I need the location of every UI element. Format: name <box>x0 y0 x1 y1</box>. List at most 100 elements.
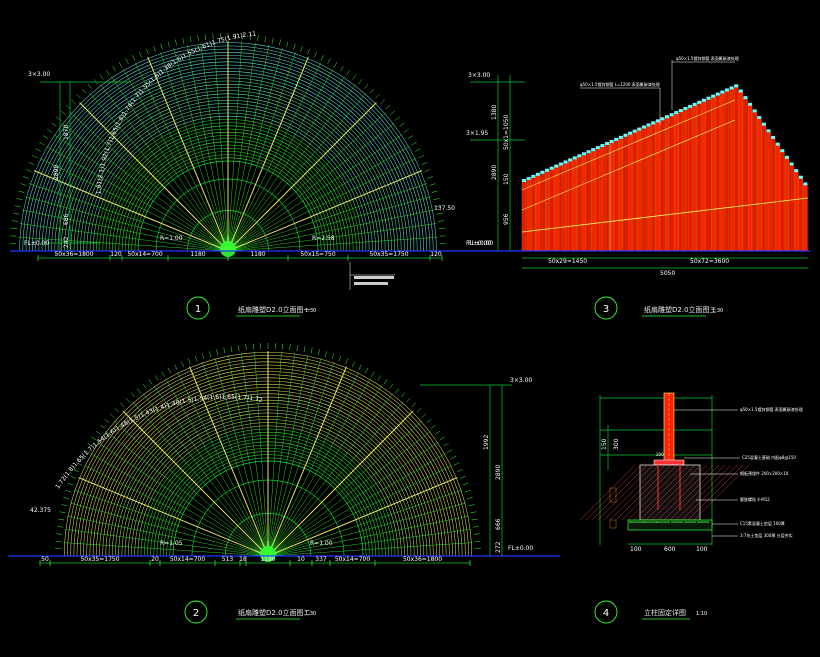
view4-leader-note-1: C25混凝土基础 内配φ8@150 <box>742 454 796 460</box>
gravel-dot <box>686 521 688 523</box>
view1-note-text-1 <box>354 276 394 279</box>
post-cap <box>697 100 702 104</box>
post-bar <box>660 119 665 252</box>
post-cap <box>595 146 600 150</box>
post-cap <box>637 127 642 131</box>
view1-scale: 1:30 <box>305 308 316 314</box>
post-bar <box>535 174 541 252</box>
post-cap <box>711 94 716 98</box>
gravel-dot <box>673 521 675 523</box>
bottom-dim-label: 50x14=700 <box>335 556 370 563</box>
bottom-dim-label: 50x15=750 <box>300 251 335 258</box>
post-bar <box>600 145 605 252</box>
post-cap <box>623 133 628 137</box>
gravel-dot <box>705 521 707 523</box>
post-cap <box>600 144 605 148</box>
view2-ground-level: FL±0.00 <box>508 545 533 552</box>
post-cap <box>577 154 582 158</box>
view1-number: 1 <box>195 304 201 315</box>
post-bar <box>784 157 790 252</box>
post-cap <box>572 156 577 160</box>
gravel-dot <box>692 521 694 523</box>
post-bar <box>775 144 780 252</box>
post-cap <box>554 164 559 168</box>
fan-hub <box>220 241 236 257</box>
view1-side-dim-1: 1870 <box>63 125 70 140</box>
gravel-dot <box>664 521 666 523</box>
post-bar <box>604 143 610 252</box>
post-cap <box>688 104 693 108</box>
view4-leader-note-2: 钢板预埋件 200×200×10 <box>740 470 789 476</box>
bottom-dim-label: 50x35=1750 <box>369 251 408 258</box>
gravel-dot <box>634 521 636 523</box>
view3-side-dim-4: 956 <box>503 213 510 225</box>
gravel-dot <box>671 521 673 523</box>
post-bar <box>794 170 799 252</box>
post-cap <box>545 168 550 172</box>
gravel-dot <box>679 521 681 523</box>
view1-ground-level: FL±0.00 <box>24 240 49 247</box>
post-cap <box>674 111 679 115</box>
post-cap <box>531 174 536 178</box>
view3-side-dim-3: 150 <box>503 173 510 185</box>
view4-bottom-dim-1: 600 <box>664 546 676 553</box>
gravel-dot <box>645 521 647 523</box>
post-bar <box>664 117 670 252</box>
post-cap <box>734 84 739 88</box>
post-bar <box>715 94 720 252</box>
gravel-dot <box>668 521 670 523</box>
post-bar <box>678 110 684 252</box>
view4-leader-note-3: 膨胀螺栓 4-M12 <box>740 496 770 502</box>
gravel-dot <box>632 521 634 523</box>
view4-dim-2: 200 <box>656 452 664 457</box>
bottom-dim-label: 337 <box>315 556 327 563</box>
gravel-dot <box>658 521 660 523</box>
post-cap <box>549 166 554 170</box>
post-bar <box>618 137 624 252</box>
post-cap <box>669 113 674 117</box>
gravel-dot <box>697 521 699 523</box>
post-cap <box>720 90 725 94</box>
post-bar <box>697 102 702 252</box>
view2-radius-note: R=1.05 <box>160 540 183 547</box>
post-cap <box>632 129 637 133</box>
post-bar <box>798 177 803 252</box>
view2-number: 2 <box>193 608 199 619</box>
post-bar <box>747 104 753 252</box>
post-cap <box>605 141 610 145</box>
post-cap <box>568 158 573 162</box>
view3-bottom-dim-1: 50x72=3600 <box>690 258 729 265</box>
post-bar <box>789 164 794 252</box>
post-bar <box>563 162 568 252</box>
view4-concrete-footing <box>639 464 701 521</box>
post-bar <box>554 166 559 252</box>
post-bar <box>674 112 679 252</box>
post-bar <box>646 125 651 252</box>
gravel-dot <box>630 521 632 523</box>
post-bar <box>567 160 573 252</box>
post-cap <box>660 117 665 121</box>
view4-title: 立柱固定详图 <box>644 608 686 617</box>
post-cap <box>798 175 803 179</box>
post-bar <box>586 152 591 252</box>
view1-radius-note: R=2.58 <box>312 235 335 242</box>
post-bar <box>623 135 628 252</box>
view4-dim-0: 150 <box>601 438 608 450</box>
post-bar <box>595 147 600 252</box>
gravel-dot <box>701 521 703 523</box>
post-cap <box>609 139 614 143</box>
post-cap <box>757 116 762 120</box>
post-cap <box>618 135 623 139</box>
post-cap <box>665 115 670 119</box>
post-cap <box>752 109 757 113</box>
bottom-dim-label: 120 <box>110 251 122 258</box>
view3-side-dim-1: 2890 <box>491 165 498 180</box>
post-bar <box>692 104 697 252</box>
post-cap <box>558 162 563 166</box>
post-bar <box>614 139 619 252</box>
post-cap <box>784 155 789 159</box>
post-cap <box>766 129 771 133</box>
bottom-dim-label: 10 <box>297 556 305 563</box>
post-bar <box>549 168 554 252</box>
post-cap <box>646 123 651 127</box>
